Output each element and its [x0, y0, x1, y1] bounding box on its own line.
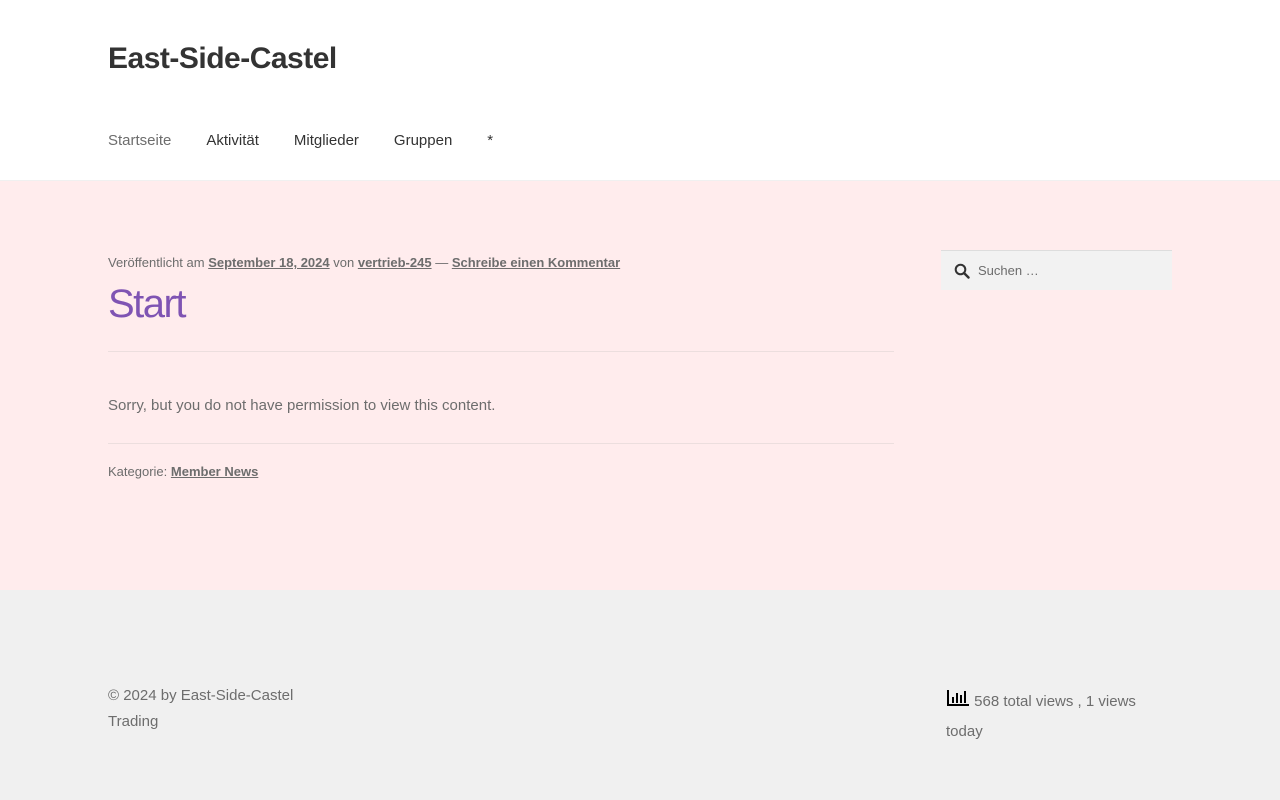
comment-link[interactable]: Schreibe einen Kommentar: [452, 255, 620, 270]
view-stats: 568 total views , 1 views today: [946, 687, 1172, 747]
body-divider: [108, 443, 894, 444]
main-navigation: Startseite Aktivität Mitglieder Gruppen …: [108, 131, 528, 153]
content-area: Veröffentlicht am September 18, 2024 von…: [0, 181, 1280, 590]
search-icon: [954, 263, 970, 279]
published-prefix: Veröffentlicht am: [108, 255, 205, 270]
view-stats-text: 568 total views , 1 views today: [946, 693, 1136, 740]
meta-dash: —: [435, 255, 449, 270]
category-label: Kategorie:: [108, 464, 168, 479]
post-meta: Veröffentlicht am September 18, 2024 von…: [108, 254, 894, 272]
nav-item-aktivitaet[interactable]: Aktivität: [206, 131, 259, 153]
post-category: Kategorie: Member News: [108, 463, 894, 481]
post-body: Sorry, but you do not have permission to…: [108, 397, 496, 414]
post-article: Veröffentlicht am September 18, 2024 von…: [108, 254, 894, 481]
search-input[interactable]: [978, 263, 1158, 278]
nav-item-mitglieder[interactable]: Mitglieder: [294, 131, 359, 153]
post-author-link[interactable]: vertrieb-245: [358, 255, 432, 270]
nav-item-star[interactable]: *: [487, 131, 493, 153]
site-footer: © 2024 by East-Side-Castel Trading 568 t…: [0, 590, 1280, 800]
site-title-link[interactable]: East-Side-Castel: [108, 42, 337, 76]
copyright-text: © 2024 by East-Side-Castel Trading: [108, 687, 294, 730]
category-link[interactable]: Member News: [171, 464, 258, 479]
site-header: East-Side-Castel Startseite Aktivität Mi…: [0, 0, 1280, 181]
post-title: Start: [108, 282, 186, 326]
by-word: von: [333, 255, 355, 270]
search-widget: [941, 250, 1172, 290]
post-date-link[interactable]: September 18, 2024: [208, 255, 329, 270]
nav-item-startseite[interactable]: Startseite: [108, 131, 171, 153]
title-divider: [108, 351, 894, 352]
bar-chart-icon: [947, 690, 969, 706]
nav-item-gruppen[interactable]: Gruppen: [394, 131, 452, 153]
